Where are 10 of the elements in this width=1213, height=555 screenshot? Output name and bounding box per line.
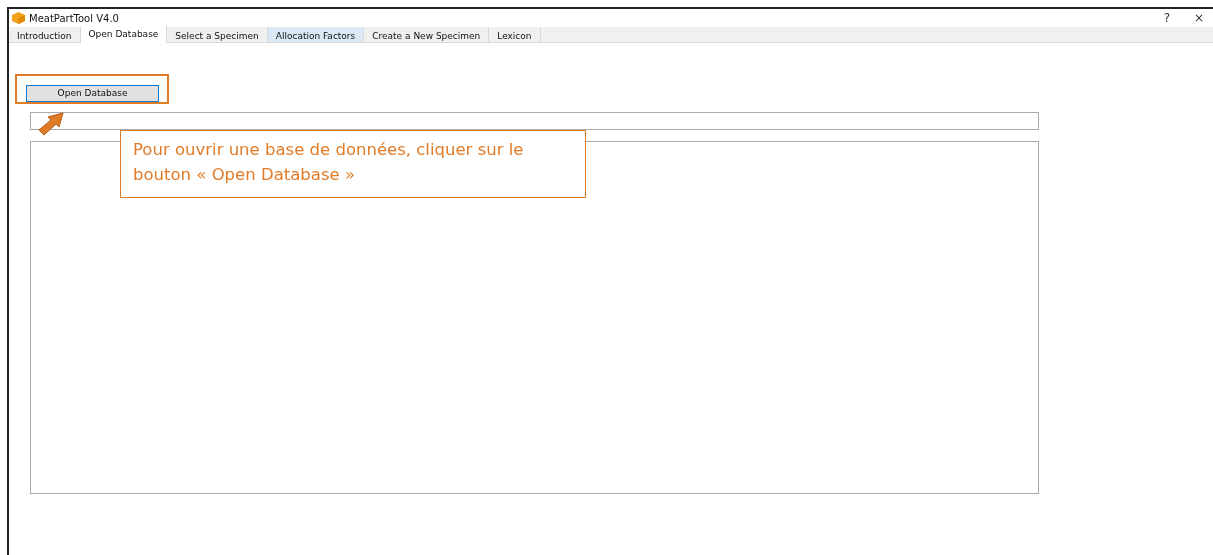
path-field[interactable] bbox=[30, 111, 1039, 130]
help-button[interactable]: ? bbox=[1153, 11, 1181, 25]
open-database-button[interactable]: Open Database bbox=[26, 84, 159, 102]
tab[interactable]: Allocation Factors bbox=[267, 27, 365, 42]
window-title: MeatPartTool V4.0 bbox=[29, 12, 120, 24]
arrow-icon bbox=[37, 111, 65, 137]
close-button[interactable]: × bbox=[1185, 11, 1213, 25]
tab[interactable]: Open Database bbox=[80, 25, 168, 43]
app-cube-icon bbox=[12, 12, 25, 24]
annotation-callout: Pour ouvrir une base de données, cliquer sur le bouton « Open Database » bbox=[120, 130, 586, 198]
